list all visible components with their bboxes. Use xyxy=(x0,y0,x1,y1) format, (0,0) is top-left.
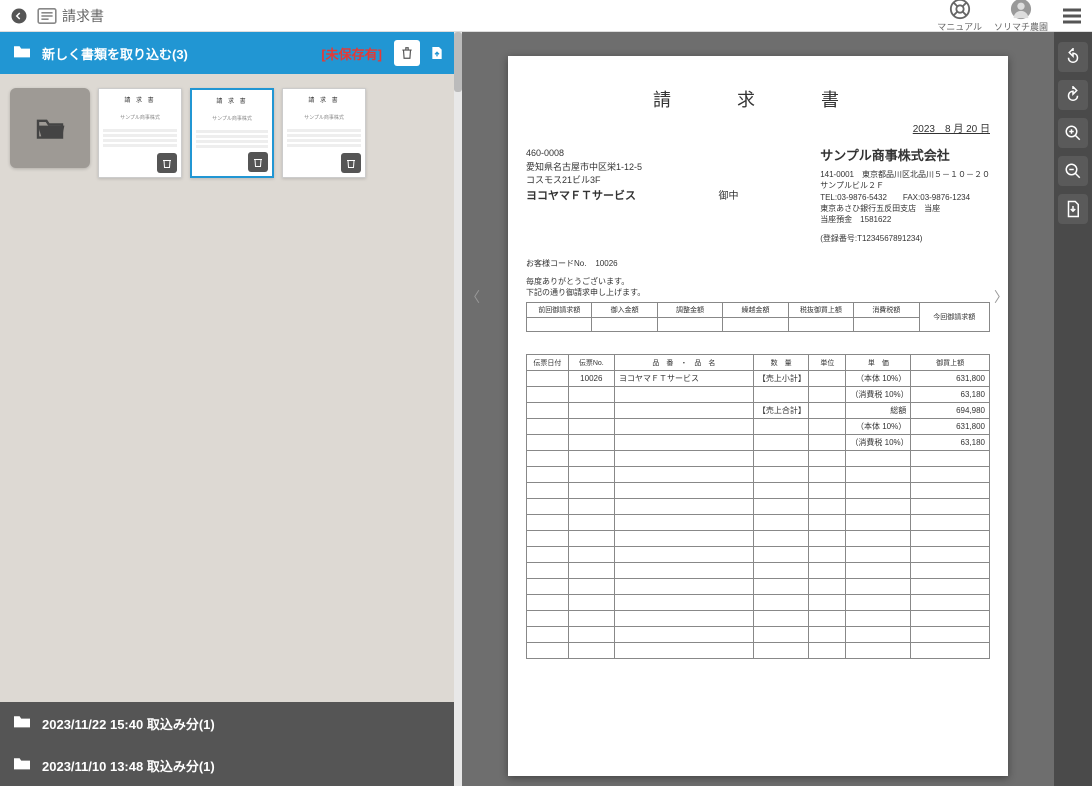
table-row: （本体 10%）631,800 xyxy=(527,419,990,435)
summary-table: 前回御請求額 御入金額 調整金額 繰越金額 税抜御買上額 消費税額 今回御請求額 xyxy=(526,302,990,332)
detail-table: 伝票日付 伝票No. 品 番 ・ 品 名 数 量 単位 単 価 御買上額 100… xyxy=(526,354,990,659)
recipient-name: ヨコヤマＦＴサービス xyxy=(526,190,636,202)
thumbnail-1[interactable]: 請 求 書 サンプル商事株式 xyxy=(98,88,182,178)
table-row xyxy=(527,611,990,627)
table-row xyxy=(527,483,990,499)
thanks-2: 下記の通り御請求申し上げます。 xyxy=(526,288,990,298)
table-row xyxy=(527,451,990,467)
unsaved-badge: [未保存有] xyxy=(321,44,382,63)
sender-bank: 東京あさひ銀行五反田支店 当座 xyxy=(820,203,990,214)
viewer-toolbar xyxy=(1054,32,1092,786)
customer-code: 10026 xyxy=(595,259,617,268)
table-row: 10026ヨコヤマＦＴサービス【売上小計】（本体 10%）631,800 xyxy=(527,371,990,387)
folder-icon xyxy=(12,755,32,775)
prev-page-button[interactable]: 〈 xyxy=(466,282,480,312)
table-row xyxy=(527,643,990,659)
page-title: 請求書 xyxy=(62,6,104,26)
thumbnail-delete-button[interactable] xyxy=(248,152,268,172)
recipient-addr1: 愛知県名古屋市中区栄1-12-5 xyxy=(526,161,739,175)
thumbnail-delete-button[interactable] xyxy=(157,153,177,173)
menu-button[interactable] xyxy=(1060,4,1084,28)
recipient-zip: 460-0008 xyxy=(526,147,739,161)
sender-zip-addr: 141-0001 東京都品川区北品川５－１０－２０ xyxy=(820,169,990,180)
onchuu: 御中 xyxy=(719,189,739,204)
thanks-1: 毎度ありがとうございます。 xyxy=(526,277,990,287)
table-row xyxy=(527,563,990,579)
document-viewer[interactable]: 〈 〉 請 求 書 2023 8 月 20 日 460-0008 愛知県名古屋市… xyxy=(462,32,1054,786)
table-row: （消費税 10%）63,180 xyxy=(527,387,990,403)
sender-company: サンプル商事株式会社 xyxy=(820,147,990,165)
thumbnail-delete-button[interactable] xyxy=(341,153,361,173)
delete-all-button[interactable] xyxy=(394,40,420,66)
table-row xyxy=(527,627,990,643)
batch-header-1[interactable]: 2023/11/22 15:40 取込み分(1) xyxy=(0,702,462,744)
manual-button[interactable]: マニュアル xyxy=(937,0,982,33)
sender-building: サンプルビル２Ｆ xyxy=(820,180,990,191)
download-button[interactable] xyxy=(1058,194,1088,224)
new-import-header[interactable]: 新しく書類を取り込む(3) [未保存有] xyxy=(0,32,462,74)
scrollbar-track[interactable] xyxy=(454,32,462,786)
zoom-in-button[interactable] xyxy=(1058,118,1088,148)
document-page: 請 求 書 2023 8 月 20 日 460-0008 愛知県名古屋市中区栄1… xyxy=(508,56,1008,776)
doc-date: 2023 8 月 20 日 xyxy=(526,120,990,135)
sender-tel-fax: TEL:03-9876-5432 FAX:03-9876-1234 xyxy=(820,192,990,203)
recipient-addr2: コスモス21ビル3F xyxy=(526,174,739,188)
table-row xyxy=(527,595,990,611)
table-row: 【売上合計】総額694,980 xyxy=(527,403,990,419)
batch-header-2[interactable]: 2023/11/10 13:48 取込み分(1) xyxy=(0,744,462,786)
thumbnail-panel: 新しく書類を取り込む(3) [未保存有] 請 求 書 サンプル商事株式 xyxy=(0,32,462,786)
thumbnail-3[interactable]: 請 求 書 サンプル商事株式 xyxy=(282,88,366,178)
doc-title: 請 求 書 xyxy=(526,86,990,112)
table-row: （消費税 10%）63,180 xyxy=(527,435,990,451)
table-row xyxy=(527,579,990,595)
table-row xyxy=(527,547,990,563)
folder-icon xyxy=(12,713,32,733)
table-row xyxy=(527,531,990,547)
back-button[interactable] xyxy=(8,5,30,27)
rotate-left-button[interactable] xyxy=(1058,42,1088,72)
folder-open-icon xyxy=(12,43,32,63)
sender-reg-no: (登録番号:T1234567891234) xyxy=(820,233,990,244)
rotate-right-button[interactable] xyxy=(1058,80,1088,110)
scrollbar-thumb[interactable] xyxy=(454,32,462,92)
table-row xyxy=(527,499,990,515)
add-document-button[interactable] xyxy=(10,88,90,168)
thumbnail-2[interactable]: 請 求 書 サンプル商事株式 xyxy=(190,88,274,178)
table-row xyxy=(527,467,990,483)
sender-account: 当座預金 1581622 xyxy=(820,214,990,225)
next-page-button[interactable]: 〉 xyxy=(994,282,1008,312)
document-icon xyxy=(36,5,58,27)
new-import-label: 新しく書類を取り込む(3) xyxy=(42,44,321,63)
user-button[interactable]: ソリマチ農園 xyxy=(994,0,1048,33)
table-row xyxy=(527,515,990,531)
upload-button[interactable] xyxy=(424,40,450,66)
zoom-out-button[interactable] xyxy=(1058,156,1088,186)
customer-code-label: お客様コードNo. xyxy=(526,259,586,268)
batch-label: 2023/11/22 15:40 取込み分(1) xyxy=(42,714,450,733)
batch-label: 2023/11/10 13:48 取込み分(1) xyxy=(42,756,450,775)
